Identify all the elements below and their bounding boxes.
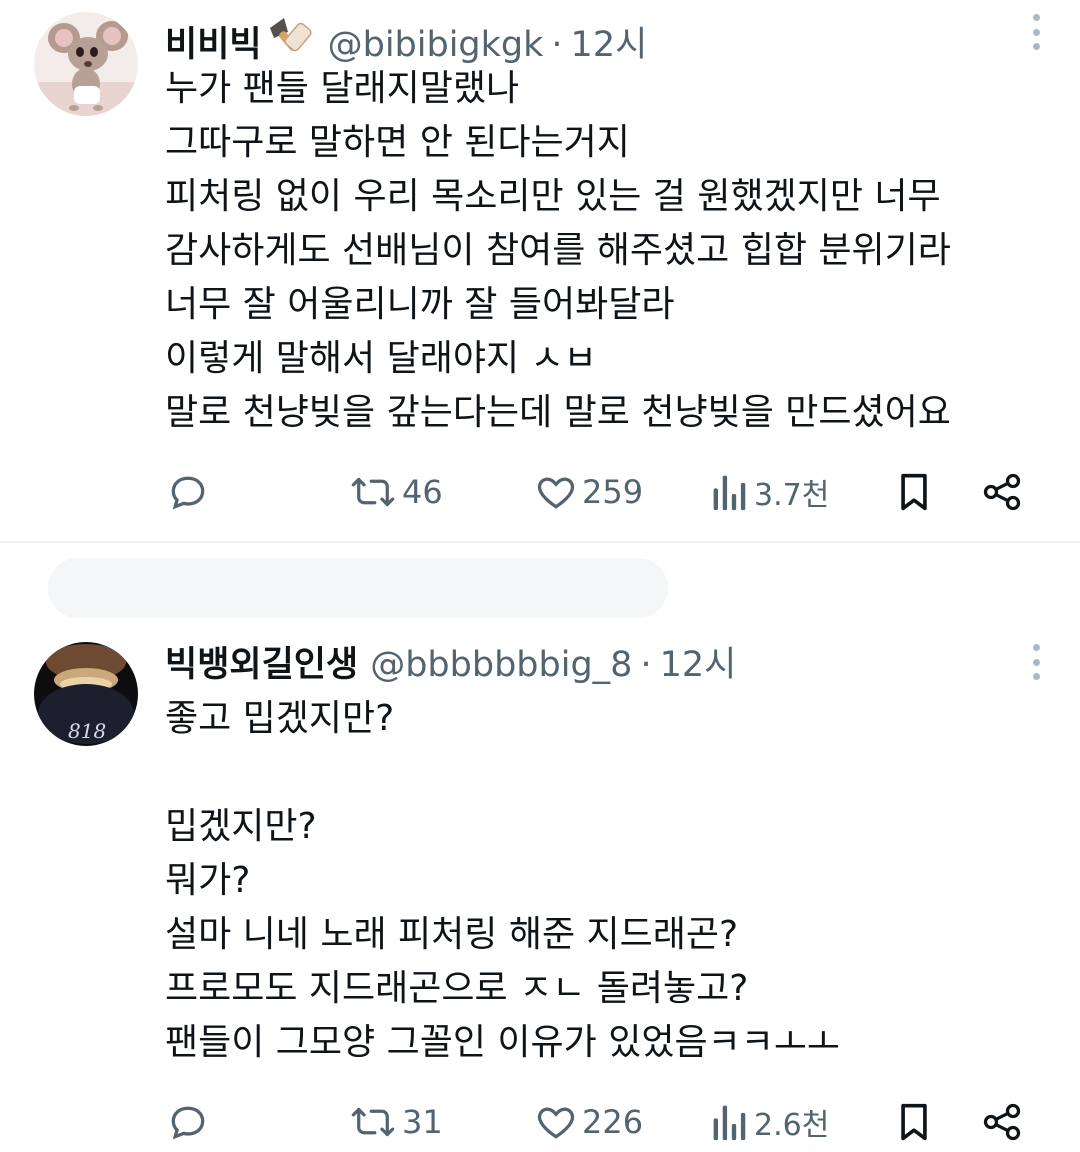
tweet-text-line: 밉겠지만? — [165, 806, 317, 847]
bookmark-icon — [894, 470, 934, 514]
action-bar: 31 226 2.6천 — [0, 1092, 1080, 1152]
retweet-icon — [348, 1100, 398, 1144]
display-name[interactable]: 빅뱅외길인생 — [165, 644, 358, 686]
timestamp[interactable]: 12시 — [571, 24, 648, 66]
share-button[interactable] — [980, 1092, 1024, 1152]
heart-icon — [534, 1100, 578, 1144]
retweet-count: 46 — [402, 473, 443, 511]
tweet-text-line: 팬들이 그모양 그꼴인 이유가 있었음ㅋㅋㅗㅗ — [165, 1022, 841, 1063]
like-button[interactable]: 259 — [534, 462, 643, 522]
retweet-icon — [348, 470, 398, 514]
reply-button[interactable] — [166, 462, 210, 522]
tweet-divider — [0, 541, 1080, 543]
share-icon — [980, 1100, 1024, 1144]
avatar[interactable]: 818 — [34, 642, 138, 746]
views-icon — [710, 1100, 750, 1144]
more-options-icon[interactable] — [1030, 14, 1042, 50]
display-name[interactable]: 비비빅 — [165, 24, 262, 66]
views-button[interactable]: 3.7천 — [710, 462, 829, 522]
tweet-header: 빅뱅외길인생 @bbbbbbbig_8 · 12시 — [165, 644, 736, 686]
retweet-button[interactable]: 46 — [348, 462, 443, 522]
tweet-text-line: 뭐가? — [165, 860, 251, 901]
reply-icon — [166, 470, 210, 514]
like-count: 226 — [582, 1103, 644, 1141]
share-button[interactable] — [980, 462, 1024, 522]
tweet-text-line: 말로 천냥빚을 갚는다는데 말로 천냥빚을 만드셨어요 — [165, 392, 951, 433]
separator-dot: · — [551, 25, 563, 65]
tweet-text: 누가 팬들 달래지말랬나 그따구로 말하면 안 된다는거지 피처링 없이 우리 … — [165, 62, 1045, 440]
reply-button[interactable] — [166, 1092, 210, 1152]
more-options-icon[interactable] — [1030, 644, 1042, 680]
bookmark-icon — [894, 1100, 934, 1144]
heart-icon — [534, 470, 578, 514]
tweet[interactable]: 비비빅 @bibibigkgk · 12시 누가 팬들 달래지말랬나 그따구로 … — [0, 0, 1080, 543]
tweet-header: 비비빅 @bibibigkgk · 12시 — [165, 14, 647, 66]
tweet-text-line: 좋고 밉겠지만? — [165, 698, 395, 739]
tweet-text-line: 이렇게 말해서 달래야지 ㅅㅂ — [165, 338, 597, 379]
tweet[interactable]: 818 빅뱅외길인생 @bbbbbbbig_8 · 12시 좋고 밉겠지만? 밉… — [0, 630, 1080, 1143]
views-icon — [710, 470, 750, 514]
separator-dot: · — [640, 645, 652, 685]
like-count: 259 — [582, 473, 644, 511]
tweet-text-line: 감사하게도 선배님이 참여를 해주셨고 힙합 분위기라 — [165, 230, 951, 271]
retweet-button[interactable]: 31 — [348, 1092, 443, 1152]
view-count: 2.6천 — [754, 1108, 830, 1143]
emoji-badge-icon — [264, 14, 316, 56]
blurred-area — [48, 558, 668, 618]
retweet-count: 31 — [402, 1103, 443, 1141]
tweet-text-line: 프로모도 지드래곤으로 ㅈㄴ 돌려놓고? — [165, 968, 749, 1009]
share-icon — [980, 470, 1024, 514]
avatar[interactable] — [34, 12, 138, 116]
tweet-text: 좋고 밉겠지만? 밉겠지만? 뭐가? 설마 니네 노래 피처링 해준 지드래곤?… — [165, 692, 1045, 1070]
tweet-text-line: 누가 팬들 달래지말랬나 — [165, 68, 520, 109]
tweet-text-line: 너무 잘 어울리니까 잘 들어봐달라 — [165, 284, 675, 325]
tweet-text-line: 설마 니네 노래 피처링 해준 지드래곤? — [165, 914, 739, 955]
views-button[interactable]: 2.6천 — [710, 1092, 829, 1152]
tweet-text-line — [165, 746, 1045, 800]
tweet-text-line: 그따구로 말하면 안 된다는거지 — [165, 122, 630, 163]
action-bar: 46 259 3.7천 — [0, 462, 1080, 522]
like-button[interactable]: 226 — [534, 1092, 643, 1152]
bookmark-button[interactable] — [894, 1092, 934, 1152]
timestamp[interactable]: 12시 — [660, 644, 737, 686]
bookmark-button[interactable] — [894, 462, 934, 522]
tweet-text-line: 피처링 없이 우리 목소리만 있는 걸 원했겠지만 너무 — [165, 176, 941, 217]
view-count: 3.7천 — [754, 478, 830, 513]
reply-icon — [166, 1100, 210, 1144]
avatar-text: 818 — [68, 719, 106, 743]
user-handle[interactable]: @bbbbbbbig_8 — [370, 644, 632, 686]
user-handle[interactable]: @bibibigkgk — [328, 24, 544, 66]
